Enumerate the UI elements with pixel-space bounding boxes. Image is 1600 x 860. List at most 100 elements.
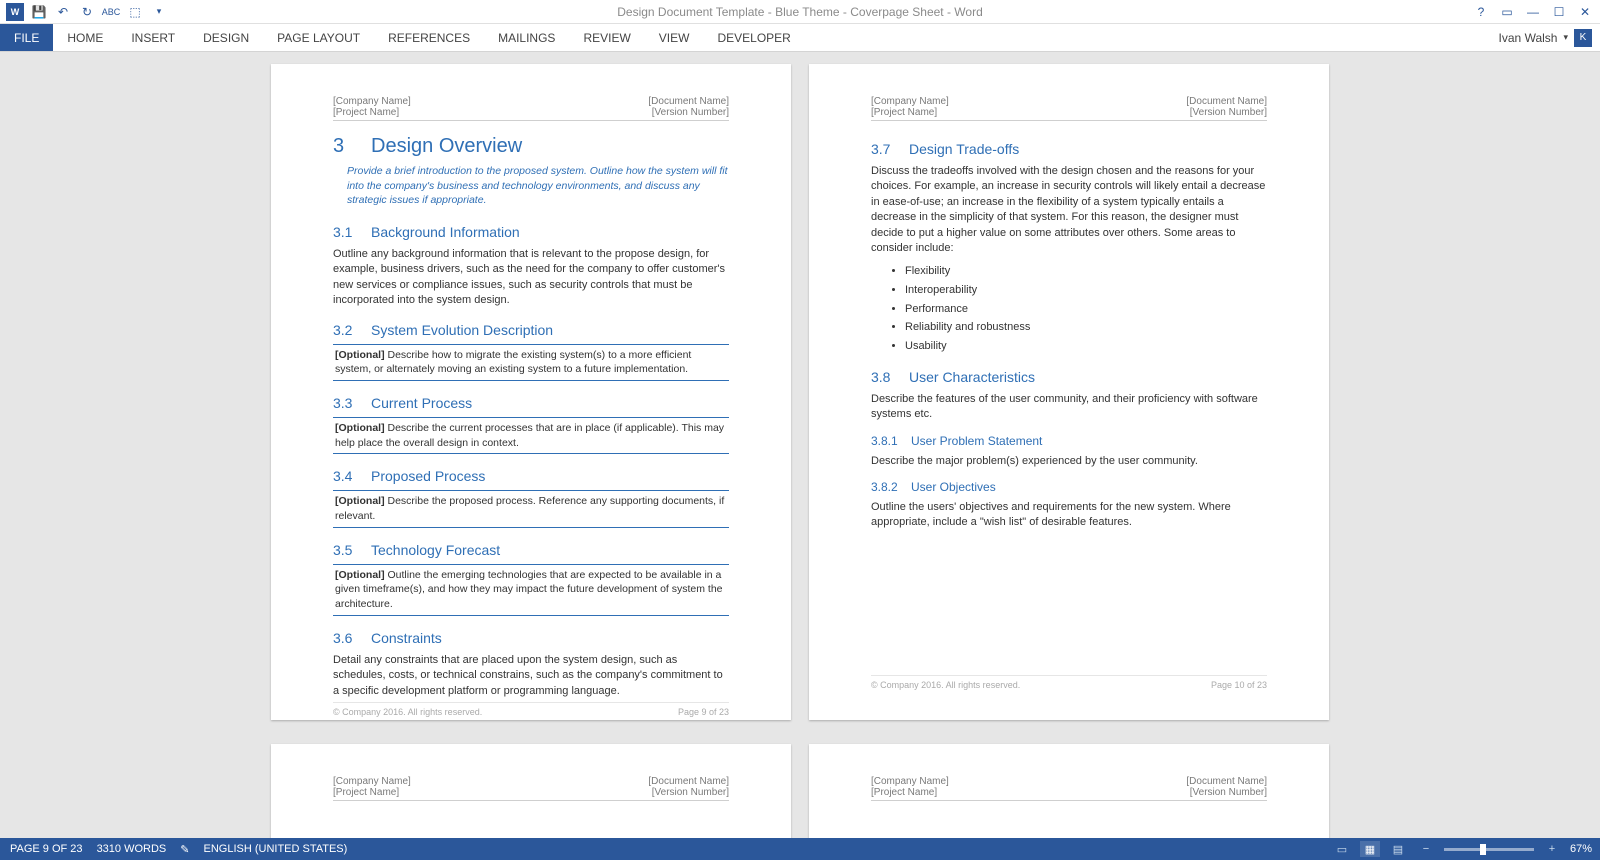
status-bar: PAGE 9 OF 23 3310 WORDS ✎ ENGLISH (UNITE… <box>0 838 1600 860</box>
page-11[interactable]: [Company Name] [Project Name] [Document … <box>271 744 791 838</box>
header-company: [Company Name] <box>333 96 411 107</box>
minimize-icon[interactable]: — <box>1524 3 1542 21</box>
document-canvas[interactable]: [Company Name] [Project Name] [Document … <box>0 52 1600 838</box>
body-3-8-2: Outline the users' objectives and requir… <box>871 500 1267 531</box>
page-header: [Company Name] [Project Name] [Document … <box>333 96 729 118</box>
body-3-8: Describe the features of the user commun… <box>871 392 1267 423</box>
box-3-5: [Optional] Outline the emerging technolo… <box>333 564 729 616</box>
save-icon[interactable]: 💾 <box>30 3 48 21</box>
header-project: [Project Name] <box>871 787 949 798</box>
spellcheck-icon[interactable]: ABC <box>102 3 120 21</box>
header-version: [Version Number] <box>648 787 729 798</box>
print-layout-icon[interactable]: ▦ <box>1360 841 1380 857</box>
heading-3: 3Design Overview <box>333 135 729 158</box>
tab-insert[interactable]: INSERT <box>117 24 189 51</box>
page-footer: © Company 2016. All rights reserved. Pag… <box>333 702 729 717</box>
close-icon[interactable]: ✕ <box>1576 3 1594 21</box>
maximize-icon[interactable]: ☐ <box>1550 3 1568 21</box>
tab-view[interactable]: VIEW <box>645 24 704 51</box>
intro-text: Provide a brief introduction to the prop… <box>333 164 729 208</box>
list-item: Flexibility <box>905 262 1267 281</box>
header-docname: [Document Name] <box>1186 96 1267 107</box>
header-company: [Company Name] <box>871 96 949 107</box>
header-docname: [Document Name] <box>648 96 729 107</box>
header-project: [Project Name] <box>871 107 949 118</box>
user-dropdown-icon: ▾ <box>1563 32 1568 43</box>
touch-mode-icon[interactable]: ⬚ <box>126 3 144 21</box>
title-bar: W 💾 ↶ ↻ ABC ⬚ ▾ Design Document Template… <box>0 0 1600 24</box>
header-company: [Company Name] <box>333 776 411 787</box>
page-header: [Company Name] [Project Name] [Document … <box>871 776 1267 798</box>
page-12[interactable]: [Company Name] [Project Name] [Document … <box>809 744 1329 838</box>
word-app-icon[interactable]: W <box>6 3 24 21</box>
quick-access-toolbar: W 💾 ↶ ↻ ABC ⬚ ▾ <box>0 3 174 21</box>
header-docname: [Document Name] <box>1186 776 1267 787</box>
page-header: [Company Name] [Project Name] [Document … <box>333 776 729 798</box>
tab-developer[interactable]: DEVELOPER <box>703 24 804 51</box>
body-3-6: Detail any constraints that are placed u… <box>333 653 729 699</box>
box-3-2: [Optional] Describe how to migrate the e… <box>333 344 729 381</box>
tab-page-layout[interactable]: PAGE LAYOUT <box>263 24 374 51</box>
footer-page: Page 10 of 23 <box>1211 680 1267 690</box>
tab-mailings[interactable]: MAILINGS <box>484 24 569 51</box>
list-item: Interoperability <box>905 281 1267 300</box>
tab-design[interactable]: DESIGN <box>189 24 263 51</box>
footer-page: Page 9 of 23 <box>678 707 729 717</box>
header-version: [Version Number] <box>1186 787 1267 798</box>
tab-review[interactable]: REVIEW <box>569 24 644 51</box>
heading-3-6: 3.6Constraints <box>333 630 729 646</box>
web-layout-icon[interactable]: ▤ <box>1388 841 1408 857</box>
header-docname: [Document Name] <box>648 776 729 787</box>
footer-copyright: © Company 2016. All rights reserved. <box>333 707 482 717</box>
status-page[interactable]: PAGE 9 OF 23 <box>10 843 83 855</box>
tab-file[interactable]: FILE <box>0 24 53 51</box>
help-icon[interactable]: ? <box>1472 3 1490 21</box>
ribbon-display-icon[interactable]: ▭ <box>1498 3 1516 21</box>
list-item: Performance <box>905 300 1267 319</box>
heading-3-3: 3.3Current Process <box>333 395 729 411</box>
footer-copyright: © Company 2016. All rights reserved. <box>871 680 1020 690</box>
status-language[interactable]: ENGLISH (UNITED STATES) <box>203 843 347 855</box>
proofing-icon[interactable]: ✎ <box>180 843 189 856</box>
ribbon-tabs: FILE HOME INSERT DESIGN PAGE LAYOUT REFE… <box>0 24 1600 52</box>
page-10[interactable]: [Company Name] [Project Name] [Document … <box>809 64 1329 720</box>
tab-home[interactable]: HOME <box>53 24 117 51</box>
header-company: [Company Name] <box>871 776 949 787</box>
zoom-out-icon[interactable]: − <box>1416 841 1436 857</box>
list-item: Reliability and robustness <box>905 318 1267 337</box>
body-3-1: Outline any background information that … <box>333 247 729 309</box>
zoom-level[interactable]: 67% <box>1570 843 1592 855</box>
body-3-7: Discuss the tradeoffs involved with the … <box>871 164 1267 256</box>
box-3-3: [Optional] Describe the current processe… <box>333 417 729 454</box>
heading-3-7: 3.7Design Trade-offs <box>871 141 1267 157</box>
qat-dropdown-icon[interactable]: ▾ <box>150 3 168 21</box>
window-controls: ? ▭ — ☐ ✕ <box>1472 3 1600 21</box>
page-footer: © Company 2016. All rights reserved. Pag… <box>871 675 1267 690</box>
heading-3-2: 3.2System Evolution Description <box>333 322 729 338</box>
header-project: [Project Name] <box>333 787 411 798</box>
tab-references[interactable]: REFERENCES <box>374 24 484 51</box>
list-item: Usability <box>905 337 1267 356</box>
window-title: Design Document Template - Blue Theme - … <box>617 5 983 19</box>
zoom-slider[interactable] <box>1444 848 1534 851</box>
body-3-8-1: Describe the major problem(s) experience… <box>871 454 1267 469</box>
heading-3-8: 3.8User Characteristics <box>871 369 1267 385</box>
heading-3-8-2: 3.8.2User Objectives <box>871 480 1267 494</box>
redo-icon[interactable]: ↻ <box>78 3 96 21</box>
user-account[interactable]: Ivan Walsh ▾ K <box>1499 24 1600 51</box>
header-project: [Project Name] <box>333 107 411 118</box>
bullet-list-3-7: Flexibility Interoperability Performance… <box>905 262 1267 355</box>
heading-3-1: 3.1Background Information <box>333 224 729 240</box>
header-version: [Version Number] <box>648 107 729 118</box>
user-name: Ivan Walsh <box>1499 31 1558 45</box>
user-avatar: K <box>1574 29 1592 47</box>
undo-icon[interactable]: ↶ <box>54 3 72 21</box>
header-version: [Version Number] <box>1186 107 1267 118</box>
heading-3-8-1: 3.8.1User Problem Statement <box>871 434 1267 448</box>
page-header: [Company Name] [Project Name] [Document … <box>871 96 1267 118</box>
page-9[interactable]: [Company Name] [Project Name] [Document … <box>271 64 791 720</box>
status-words[interactable]: 3310 WORDS <box>97 843 167 855</box>
heading-3-4: 3.4Proposed Process <box>333 468 729 484</box>
read-mode-icon[interactable]: ▭ <box>1332 841 1352 857</box>
zoom-in-icon[interactable]: + <box>1542 841 1562 857</box>
